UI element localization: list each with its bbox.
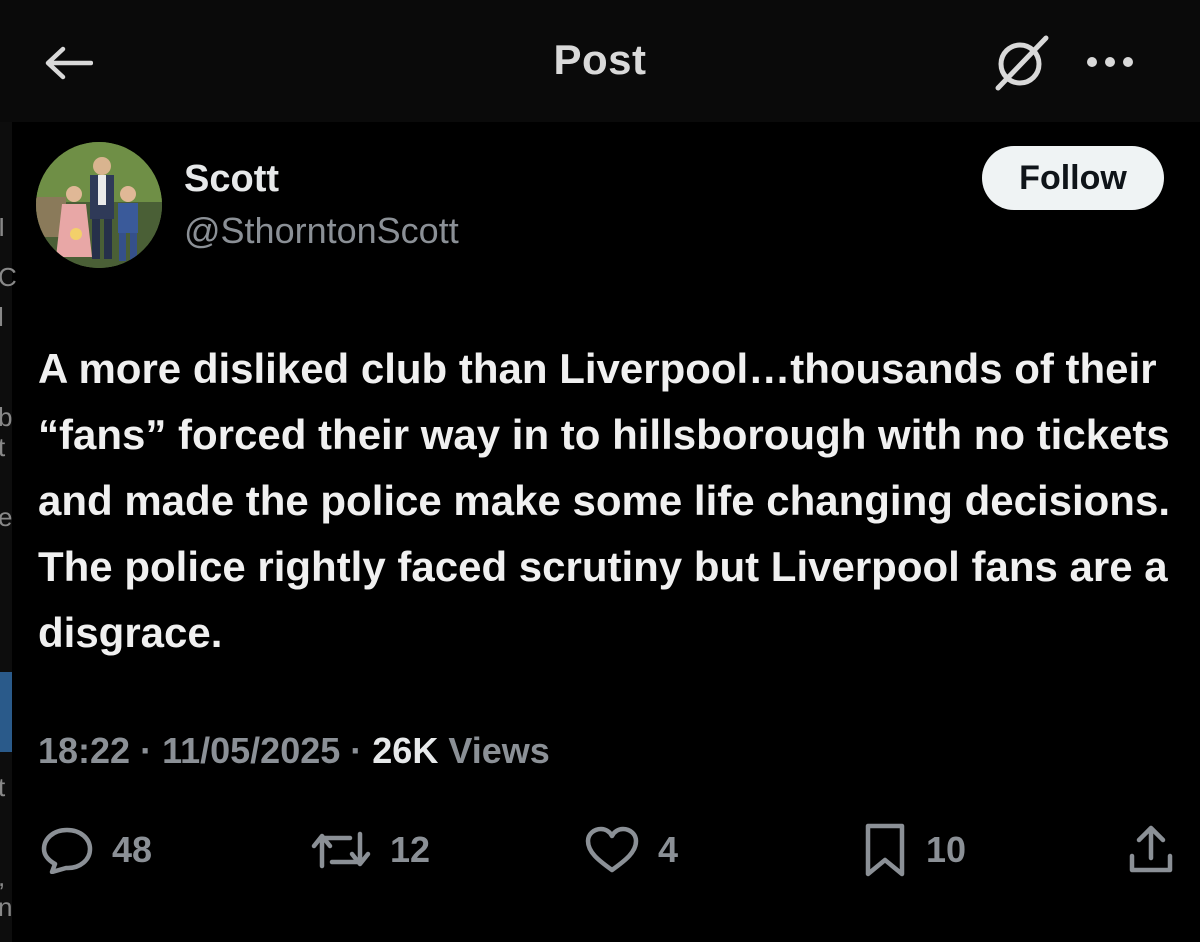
- reply-icon: [41, 827, 93, 874]
- top-bar: Post: [0, 0, 1200, 122]
- post-meta: 18:22 · 11/05/2025 · 26K Views: [38, 730, 550, 772]
- avatar[interactable]: [36, 142, 162, 268]
- views-label: Views: [448, 730, 550, 771]
- reply-button[interactable]: 48: [40, 822, 152, 878]
- like-count: 4: [658, 829, 679, 870]
- meta-separator: ·: [140, 730, 153, 771]
- repost-icon: [311, 831, 371, 869]
- follow-button[interactable]: Follow: [982, 146, 1164, 210]
- action-bar: 48 12 4 10: [0, 822, 1200, 882]
- bookmark-count: 10: [926, 829, 967, 870]
- repost-button[interactable]: 12: [310, 822, 430, 878]
- bookmark-icon: [865, 823, 905, 877]
- more-options-button[interactable]: [1078, 44, 1142, 80]
- reply-count: 48: [112, 829, 153, 870]
- views-count: 26K: [372, 730, 439, 771]
- post-time[interactable]: 18:22: [38, 730, 130, 772]
- post-date[interactable]: 11/05/2025: [162, 730, 340, 772]
- like-button[interactable]: 4: [584, 822, 678, 878]
- grok-button[interactable]: [990, 32, 1054, 92]
- background-timeline-edge: I C l b t e t , n: [0, 122, 17, 942]
- post-text: A more disliked club than Liverpool…thou…: [38, 345, 1170, 656]
- bookmark-button[interactable]: 10: [862, 822, 966, 878]
- share-icon: [1129, 825, 1173, 873]
- repost-count: 12: [390, 829, 431, 870]
- author-name[interactable]: Scott: [184, 158, 279, 201]
- more-icon: [1087, 57, 1133, 67]
- share-button[interactable]: [1128, 822, 1174, 878]
- meta-separator: ·: [350, 730, 363, 771]
- author-handle[interactable]: @SthorntonScott: [184, 210, 459, 252]
- grok-icon: [995, 35, 1049, 91]
- heart-icon: [585, 826, 639, 873]
